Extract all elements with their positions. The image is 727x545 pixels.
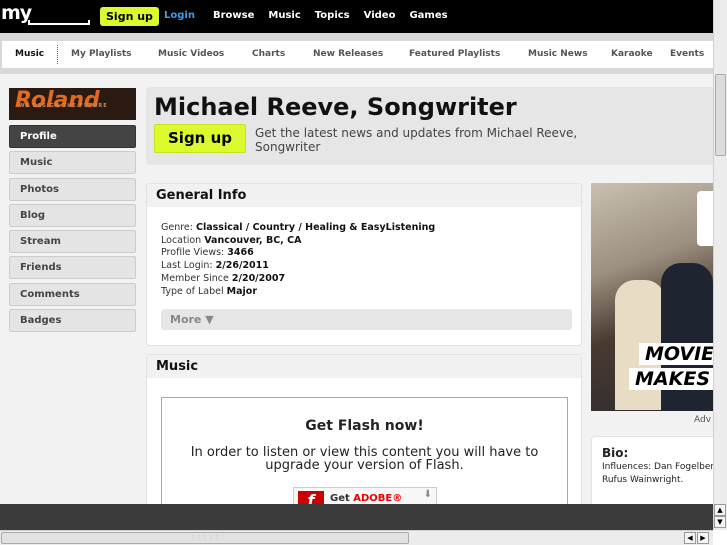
info-value: Classical / Country / Healing & EasyList… [196,222,436,233]
info-label: Member Since [161,272,232,284]
subnav-my-playlists[interactable]: My Playlists [71,49,132,60]
music-title: Music [147,355,581,378]
scroll-down-icon[interactable]: ▼ [714,516,726,528]
get-label: Get [330,493,354,504]
info-value: 3466 [227,247,254,259]
logo-underline [28,20,90,25]
vertical-scroll-thumb[interactable] [715,74,726,156]
info-label: Last Login: [161,260,216,272]
adobe-label: ADOBE® [353,493,403,504]
sidebar-item-blog[interactable]: Blog [9,203,136,227]
header-signup-button[interactable]: Sign up [154,124,246,153]
info-label: Genre: [161,222,196,233]
page-title: Michael Reeve, Songwriter [154,93,517,121]
scroll-right-icon[interactable]: ▶ [697,532,709,544]
info-value: 2/20/2007 [231,272,286,284]
horizontal-scroll-thumb[interactable]: ⋮⋮⋮⋮⋮ [1,532,409,544]
nav-music[interactable]: Music [268,10,300,21]
signup-button[interactable]: Sign up [100,7,159,26]
music-panel: Music Get Flash now! In order to listen … [146,354,582,527]
ad-text-line2: MAKES [629,368,713,390]
ad-text-line1: MOVIE [639,343,713,365]
info-member-since: Member Since 2/20/2007 [161,273,435,286]
login-link[interactable]: Login [164,10,195,21]
bio-title: Bio: [602,446,629,460]
vertical-scrollbar[interactable]: ▲ ▼ [713,0,727,530]
subnav-karaoke[interactable]: Karaoke [611,49,653,60]
nav-topics[interactable]: Topics [315,10,350,21]
bio-line: Influences: Dan Fogelberg [602,462,720,472]
music-subnav: Music My Playlists Music Videos Charts N… [0,33,713,74]
sidebar-item-stream[interactable]: Stream [9,230,136,254]
scroll-up-icon[interactable]: ▲ [714,504,726,516]
download-icon: ⬇ [423,489,432,500]
profile-sidebar: Profile Music Photos Blog Stream Friends… [9,125,136,335]
top-bar: my Sign up Login Browse Music Topics Vid… [0,0,713,33]
flash-text: In order to listen or view this content … [190,445,539,473]
main-content: Roland WE DESIGN THE FUTURE Profile Music… [0,74,720,527]
nav-browse[interactable]: Browse [213,10,254,21]
info-value: 2/26/2011 [215,260,269,272]
info-label: Profile Views: [161,247,228,259]
info-location: Location Vancouver, BC, CA [161,235,435,248]
subnav-charts[interactable]: Charts [252,49,285,60]
sidebar-item-music[interactable]: Music [9,151,136,175]
flash-title: Get Flash now! [305,418,424,434]
info-profile-views: Profile Views: 3466 [161,247,435,260]
bio-text: Influences: Dan Fogelberg Rufus Wainwrigh… [602,461,720,486]
sidebar-item-photos[interactable]: Photos [9,177,136,201]
info-value: Vancouver, BC, CA [204,234,302,246]
sidebar-item-comments[interactable]: Comments [9,282,136,306]
site-logo[interactable]: my [1,2,32,24]
subnav-events[interactable]: Events [670,49,704,60]
bio-line: Rufus Wainwright. [602,474,684,485]
subnav-featured-playlists[interactable]: Featured Playlists [409,49,500,60]
sidebar-item-friends[interactable]: Friends [9,256,136,280]
sidebar-item-profile[interactable]: Profile [9,125,136,148]
ad-thumbnail [697,191,713,246]
general-info-title: General Info [147,184,581,207]
info-label-type: Type of Label Major [161,286,435,299]
info-value: Major [226,285,258,297]
more-button[interactable]: More ▼ [161,309,572,330]
subnav-music-news[interactable]: Music News [528,49,588,60]
general-info-panel: General Info Genre: Classical / Country … [146,183,582,346]
subnav-music-videos[interactable]: Music Videos [158,49,224,60]
info-label: Location [161,234,205,246]
scroll-left-icon[interactable]: ◀ [684,532,696,544]
info-last-login: Last Login: 2/26/2011 [161,260,435,273]
sidebar-item-badges[interactable]: Badges [9,309,136,333]
subnav-divider [57,45,58,64]
advertisement-image[interactable]: MOVIE MAKES [591,183,713,411]
general-info-list: Genre: Classical / Country / Healing & E… [161,222,435,298]
nav-games[interactable]: Games [409,10,447,21]
subnav-new-releases[interactable]: New Releases [313,49,383,60]
roland-sponsor-logo[interactable]: Roland WE DESIGN THE FUTURE [9,88,136,120]
nav-video[interactable]: Video [364,10,396,21]
subnav-music[interactable]: Music [15,49,44,60]
header-tagline: Get the latest news and updates from Mic… [255,126,578,154]
sponsor-tagline: WE DESIGN THE FUTURE [19,103,108,109]
top-nav: Browse Music Topics Video Games [213,10,448,21]
info-label: Type of Label [161,285,227,297]
profile-header: Michael Reeve, Songwriter Sign up Get th… [146,87,713,165]
bottom-toolbar [0,504,713,530]
horizontal-scrollbar[interactable]: ⋮⋮⋮⋮⋮ ◀ ▶ [0,530,713,545]
advertisement-label: Adv [694,415,712,425]
info-genre: Genre: Classical / Country / Healing & E… [161,222,435,235]
